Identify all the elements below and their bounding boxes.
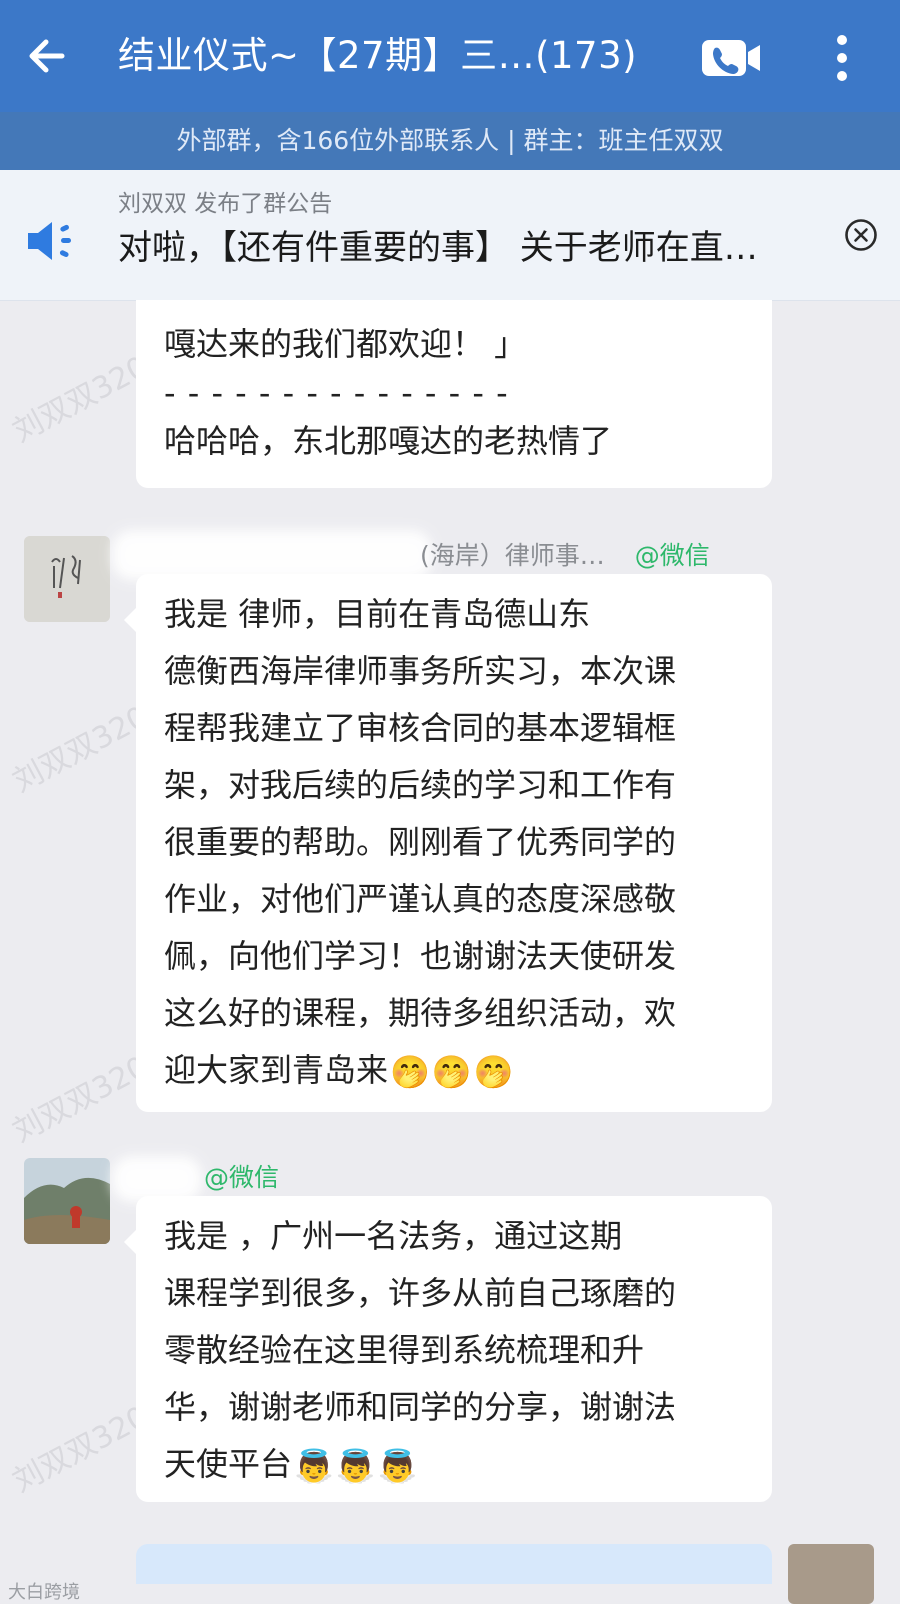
emoji: 👼 [294,1446,334,1485]
message-line: 很重要的帮助。刚刚看了优秀同学的 [164,823,677,861]
avatar[interactable] [24,1158,110,1244]
message-line: 哈哈哈，东北那嘎达的老热情了 [164,422,613,460]
message-text: 迎大家到青岛来 [164,1051,389,1089]
message-line: 这么好的课程，期待多组织活动，欢 [164,994,677,1032]
emoji: 🤭 [390,1052,430,1091]
message-line: 华，谢谢老师和同学的分享，谢谢法 [164,1388,677,1426]
message-line: 佩，向他们学习！也谢谢法天使研发 [164,937,677,975]
app-bar: 结业仪式~【27期】三…(173) [0,0,900,112]
message-line: 程帮我建立了审核合同的基本逻辑框 [164,709,677,747]
arrow-left-icon[interactable] [22,26,78,86]
message-line: 架，对我后续的后续的学习和工作有 [164,766,677,804]
message-line: - - - - - - - - - - - - - - - [164,374,509,412]
close-icon[interactable] [844,218,878,252]
message-line: 387号那小！俺们的老铁的，不管那 [164,300,746,316]
emoji: 👼 [335,1446,376,1485]
message-line: 德衡西海岸律师事务所实习，本次课 [164,652,677,690]
wechat-tag: @微信 [204,1163,280,1192]
speaker-icon [24,216,80,266]
message-line: 天使平台👼👼👼 [164,1436,746,1495]
more-vertical-icon[interactable] [822,30,862,86]
wechat-tag: @微信 [634,541,710,570]
message-bubble[interactable]: 我是 律师，目前在青岛德山东 德衡西海岸律师事务所实习，本次课 程帮我建立了审核… [124,574,772,1112]
sender-name: (海岸）律师事… @微信 [420,536,710,572]
brand-watermark: 大白跨境 [8,1582,80,1603]
message-bubble[interactable]: 我是 ，广州一名法务，通过这期 课程学到很多，许多从前自己琢磨的 零散经验在这里… [124,1196,772,1502]
group-info-bar[interactable]: 外部群，含166位外部联系人 | 群主：班主任双双 [0,112,900,170]
announcement-meta: 刘双双 发布了群公告 [118,191,333,217]
message-bubble[interactable]: 387号那小！俺们的老铁的，不管那 嘎达来的我们都欢迎！ 」 - - - - -… [136,300,772,488]
message-line: 我是 律师，目前在青岛德山东 [164,595,591,633]
group-announcement[interactable]: 刘双双 发布了群公告 对啦，【还有件重要的事】 关于老师在直… [0,170,900,301]
message-line: 嘎达来的我们都欢迎！ 」 [164,325,527,363]
message-line: 课程学到很多，许多从前自己琢磨的 [164,1274,677,1312]
message-line: 我是 ，广州一名法务，通过这期 [164,1217,623,1255]
emoji: 🤭 [473,1052,514,1091]
avatar[interactable] [24,536,110,622]
sender-name: @微信 [204,1158,279,1194]
emoji: 🤭 [431,1052,472,1091]
message-text: 天使平台 [164,1445,293,1483]
sender-company: (海岸）律师事… [420,541,605,570]
avatar[interactable] [788,1544,874,1604]
redacted-name [112,530,432,580]
message-bubble-partial[interactable] [136,1544,772,1584]
announcement-text: 对啦，【还有件重要的事】 关于老师在直… [118,228,758,268]
message-line: 迎大家到青岛来🤭🤭🤭 [164,1042,746,1101]
message-feed[interactable]: 刘双双3205 刘双双3205 刘双双3205 刘双双3205 387号那小！俺… [0,300,900,1604]
message-line: 零散经验在这里得到系统梳理和升 [164,1331,645,1369]
bubble-tail [124,608,136,632]
bubble-tail [124,1230,136,1254]
message-line: 作业，对他们严谨认真的态度深感敬 [164,880,677,918]
emoji: 👼 [377,1446,418,1485]
video-call-icon[interactable] [700,36,764,80]
chat-title: 结业仪式~【27期】三…(173) [118,34,638,77]
